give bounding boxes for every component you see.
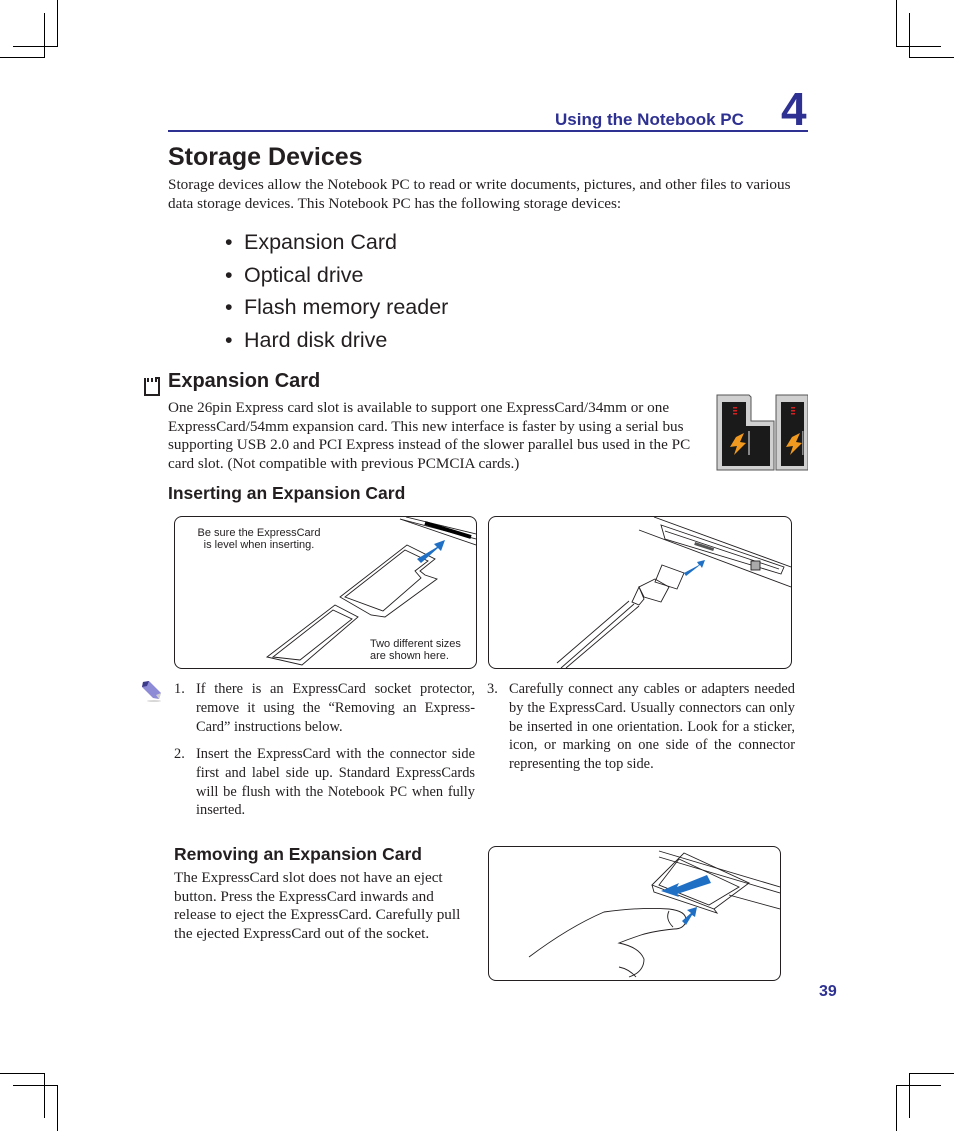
figure-remove-card (488, 846, 781, 981)
bullet-icon: • (225, 328, 233, 353)
expresscard-photo (716, 394, 808, 471)
list-item: • Hard disk drive (225, 326, 448, 359)
header-rule (168, 130, 808, 132)
bullet-icon: • (225, 262, 233, 287)
step-item: 2. Insert the ExpressCard with the conne… (174, 745, 475, 820)
insert-card-illustration (265, 517, 476, 666)
device-label: Flash memory reader (244, 295, 449, 320)
chapter-title: Using the Notebook PC (555, 110, 744, 129)
storage-device-list: • Expansion Card • Optical drive • Flash me… (225, 228, 448, 359)
crop-mark (896, 1085, 897, 1131)
crop-mark (896, 1085, 941, 1086)
step-number: 3. (487, 681, 498, 697)
section-title-inserting: Inserting an Expansion Card (168, 483, 406, 503)
crop-mark (44, 1073, 45, 1118)
step-text: If there is an ExpressCard socket protec… (196, 681, 475, 735)
crop-mark (44, 13, 45, 58)
connect-cable-illustration (556, 517, 791, 668)
crop-mark (896, 0, 897, 47)
step-item: 3. Carefully connect any cables or adapt… (487, 680, 795, 774)
step-number: 1. (174, 681, 185, 697)
expresscard-slot-icon (144, 377, 160, 396)
step-text: Insert the ExpressCard with the connecto… (196, 746, 475, 819)
crop-mark (909, 13, 910, 58)
list-item: • Optical drive (225, 261, 448, 294)
step-item: 1. If there is an ExpressCard socket pro… (174, 680, 475, 736)
bullet-icon: • (225, 295, 233, 320)
device-label: Expansion Card (244, 230, 397, 254)
device-label: Optical drive (244, 262, 364, 287)
crop-mark (909, 1073, 910, 1118)
list-item: • Flash memory reader (225, 293, 448, 326)
crop-mark (0, 1073, 44, 1074)
crop-mark (909, 57, 954, 58)
page-title: Storage Devices (168, 143, 363, 171)
figure-connect-cable (488, 516, 792, 669)
device-label: Hard disk drive (244, 328, 388, 353)
expansion-card-description: One 26pin Express card slot is available… (168, 399, 691, 472)
crop-mark (0, 57, 44, 58)
section-title-removing: Removing an Expansion Card (174, 844, 422, 864)
crop-mark (57, 1085, 58, 1131)
step-text: Carefully connect any cables or adapters… (509, 681, 795, 773)
pencil-note-icon (142, 681, 161, 702)
crop-mark (909, 1073, 954, 1074)
crop-mark (13, 46, 58, 47)
section-title-expansion-card: Expansion Card (168, 370, 321, 392)
step-number: 2. (174, 746, 185, 762)
chapter-number: 4 (781, 83, 807, 135)
crop-mark (13, 1085, 58, 1086)
page-number: 39 (819, 983, 837, 1000)
remove-card-illustration (528, 850, 780, 978)
removing-paragraph: The ExpressCard slot does not have an ej… (174, 869, 461, 942)
crop-mark (57, 0, 58, 47)
figure-insert-card: Be sure the ExpressCard is level when in… (174, 516, 477, 669)
list-item: • Expansion Card (225, 228, 448, 261)
crop-mark (896, 46, 941, 47)
bullet-icon: • (225, 230, 233, 254)
intro-paragraph: Storage devices allow the Notebook PC to… (168, 176, 791, 212)
